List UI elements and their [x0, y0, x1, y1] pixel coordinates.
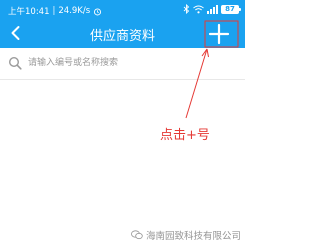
- app-header: 上午10:41 | 24.9K/s 87 供应商资料: [0, 0, 245, 48]
- back-arrow-icon[interactable]: [7, 23, 25, 43]
- wifi-icon: [193, 5, 204, 13]
- search-bar: [0, 48, 245, 80]
- plus-icon[interactable]: [207, 22, 231, 46]
- status-network-speed: 24.9K/s: [58, 6, 91, 16]
- watermark: 海南园致科技有限公司: [131, 228, 241, 242]
- status-separator: |: [52, 6, 56, 16]
- battery-icon: 87: [221, 4, 241, 14]
- supplier-list: [0, 80, 245, 251]
- annotation-label: 点击+号: [160, 128, 210, 143]
- alarm-icon: [94, 7, 102, 15]
- bluetooth-icon: [183, 4, 190, 14]
- wechat-icon: [131, 230, 143, 240]
- page-title: 供应商资料: [89, 29, 155, 44]
- status-left: 上午10:41 | 24.9K/s: [8, 5, 102, 17]
- status-bar: 上午10:41 | 24.9K/s 87: [0, 0, 245, 19]
- status-right: 87: [183, 4, 241, 14]
- navbar: 供应商资料: [0, 19, 245, 48]
- search-input[interactable]: [28, 55, 233, 71]
- search-icon: [8, 56, 22, 70]
- status-time: 上午10:41: [8, 7, 50, 17]
- battery-level: 87: [225, 4, 235, 13]
- signal-icon: [207, 4, 218, 14]
- watermark-text: 海南园致科技有限公司: [145, 231, 241, 242]
